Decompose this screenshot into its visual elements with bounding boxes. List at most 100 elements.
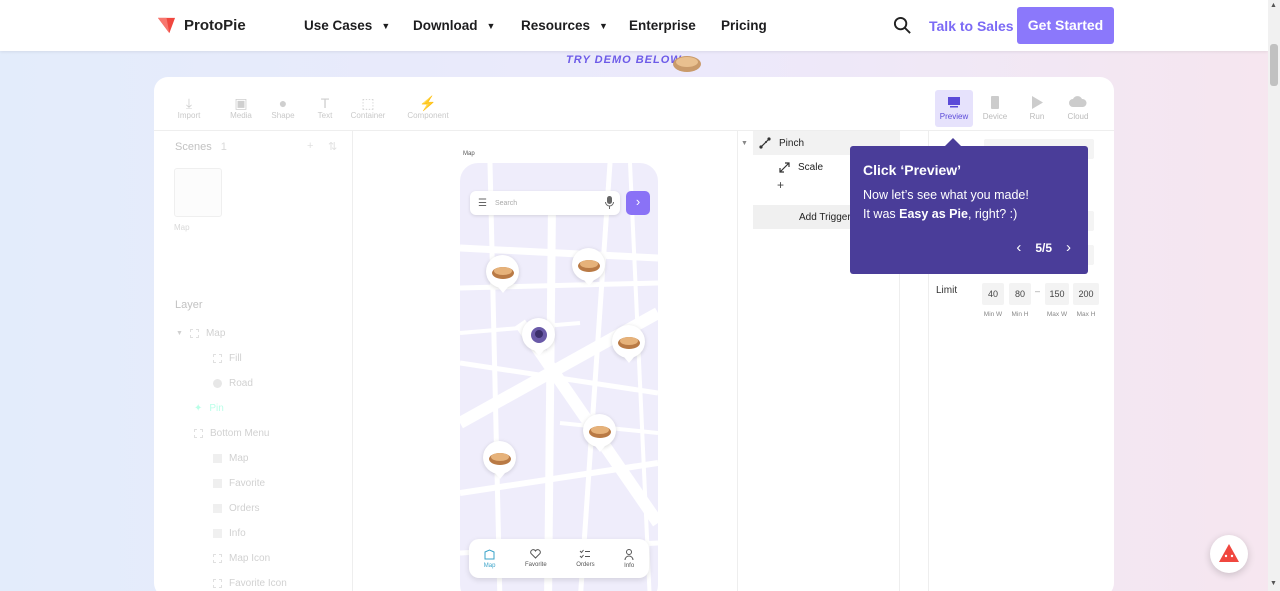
- max-width-field[interactable]: 150: [1045, 283, 1069, 305]
- sort-icon[interactable]: ⇅: [328, 140, 337, 153]
- bottom-menu-favorite[interactable]: Favorite: [525, 549, 547, 568]
- tooltip-page-indicator: 5/5: [1035, 240, 1052, 255]
- component-tool[interactable]: ⚡ Component: [406, 95, 450, 120]
- container-icon: [213, 579, 222, 588]
- menu-label: Info: [624, 562, 635, 569]
- scroll-up-icon[interactable]: ▲: [1270, 2, 1277, 9]
- go-button[interactable]: ›: [626, 191, 650, 215]
- preview-button[interactable]: Preview: [935, 90, 973, 127]
- layer-row-pin[interactable]: ✦ Pin: [194, 403, 224, 414]
- pie-icon: [588, 425, 611, 438]
- tooltip-bold-text: Easy as Pie: [899, 207, 968, 221]
- bottom-menu-orders[interactable]: Orders: [576, 549, 595, 568]
- layer-title: Layer: [175, 299, 203, 311]
- search-placeholder: Search: [494, 199, 518, 207]
- nav-enterprise[interactable]: Enterprise: [629, 18, 696, 33]
- nav-label: Download: [413, 18, 478, 33]
- bolt-icon: ⚡: [419, 95, 437, 111]
- max-height-caption: Max H: [1076, 311, 1096, 318]
- shape-icon: [213, 379, 222, 388]
- chevron-right-icon[interactable]: ›: [1066, 239, 1071, 256]
- nav-pricing[interactable]: Pricing: [721, 18, 767, 33]
- scenes-count: 1: [220, 141, 227, 153]
- shape-tool[interactable]: ● Shape: [263, 95, 303, 120]
- map-pin[interactable]: [583, 414, 616, 452]
- fill-icon: [213, 354, 222, 363]
- layer-label: Map: [229, 453, 249, 464]
- layer-row[interactable]: Favorite Icon: [213, 578, 287, 589]
- tool-label: Cloud: [1067, 112, 1089, 121]
- layer-row-map[interactable]: ▼ Map: [176, 328, 225, 339]
- import-tool[interactable]: ⤓ Import: [169, 95, 209, 120]
- tool-label: Shape: [271, 111, 295, 120]
- menu-label: Map: [483, 562, 496, 569]
- tooltip-line: Now let’s see what you made!: [863, 188, 1029, 202]
- bottom-menu-info[interactable]: Info: [624, 548, 635, 569]
- map-roads: [460, 163, 658, 591]
- map-pin[interactable]: [612, 325, 645, 363]
- scroll-down-icon[interactable]: ▼: [1270, 580, 1277, 587]
- tool-label: Media: [230, 111, 252, 120]
- bolt-icon: ✦: [194, 403, 203, 414]
- max-height-field[interactable]: 200: [1073, 283, 1099, 305]
- device-button[interactable]: Device: [976, 90, 1014, 127]
- layer-row[interactable]: Map Icon: [213, 553, 270, 564]
- range-dash: –: [1035, 286, 1041, 296]
- tooltip-line: It was Easy as Pie, right? :): [863, 205, 1075, 224]
- nav-resources[interactable]: Resources ▼: [521, 18, 608, 33]
- container-icon: [189, 329, 199, 338]
- map-pin[interactable]: [572, 248, 605, 286]
- add-scene-icon[interactable]: +: [307, 140, 313, 152]
- try-demo-label: TRY DEMO BELOW: [566, 54, 682, 66]
- media-tool[interactable]: ▣ Media: [221, 95, 261, 120]
- min-height-field[interactable]: 80: [1009, 283, 1031, 305]
- nav-use-cases[interactable]: Use Cases ▼: [304, 18, 390, 33]
- talk-to-sales-link[interactable]: Talk to Sales: [929, 18, 1014, 34]
- container-tool[interactable]: ⬚ Container: [348, 95, 388, 120]
- layer-label: Map Icon: [229, 553, 271, 564]
- pie-icon: [488, 452, 511, 465]
- map-search-bar[interactable]: ☰ Search: [470, 191, 620, 215]
- tool-label: Preview: [939, 112, 969, 121]
- help-chat-button[interactable]: [1210, 535, 1248, 573]
- layer-row[interactable]: Favorite: [213, 478, 265, 489]
- map-pin[interactable]: [486, 255, 519, 293]
- collapse-arrow-icon[interactable]: ▼: [741, 140, 748, 147]
- menu-icon[interactable]: ☰: [478, 198, 487, 209]
- min-width-caption: Min W: [983, 311, 1003, 318]
- search-icon[interactable]: [893, 16, 912, 40]
- caret-down-icon: ▼: [486, 20, 496, 31]
- user-location-pin[interactable]: [522, 318, 555, 356]
- editor-canvas[interactable]: Map ☰ Search › Map Favorite Orders Info: [352, 131, 738, 591]
- add-response-icon[interactable]: +: [777, 178, 784, 192]
- layer-row-fill[interactable]: Fill: [213, 353, 242, 364]
- layer-row[interactable]: Map: [213, 453, 248, 464]
- layer-label: Favorite: [229, 478, 266, 489]
- min-width-field[interactable]: 40: [982, 283, 1004, 305]
- scrollbar-thumb[interactable]: [1270, 44, 1278, 86]
- pie-icon: [672, 52, 702, 77]
- text-icon: T: [320, 95, 330, 111]
- protopie-logo[interactable]: ProtoPie: [157, 16, 246, 35]
- bottom-menu-map[interactable]: Map: [483, 548, 496, 569]
- layer-row[interactable]: Orders: [213, 503, 260, 514]
- run-button[interactable]: Run: [1018, 90, 1056, 127]
- add-trigger-label: Add Trigger: [799, 211, 851, 223]
- map-pin[interactable]: [483, 441, 516, 479]
- text-icon: [213, 504, 222, 513]
- phone-prototype[interactable]: ☰ Search › Map Favorite Orders Info: [460, 163, 658, 591]
- page-scrollbar[interactable]: ▲ ▼: [1268, 0, 1280, 591]
- nav-download[interactable]: Download ▼: [413, 18, 495, 33]
- get-started-button[interactable]: Get Started: [1017, 7, 1114, 44]
- scene-thumbnail[interactable]: [174, 168, 222, 217]
- layer-row-road[interactable]: Road: [213, 378, 253, 389]
- text-tool[interactable]: T Text: [305, 95, 345, 120]
- layer-row[interactable]: Info: [213, 528, 246, 539]
- cloud-button[interactable]: Cloud: [1059, 90, 1097, 127]
- chevron-left-icon[interactable]: ‹: [1016, 239, 1021, 256]
- pie-icon: [617, 336, 640, 349]
- microphone-icon[interactable]: [605, 196, 614, 211]
- layer-row-bottom-menu[interactable]: Bottom Menu: [194, 428, 269, 439]
- heart-icon: [530, 549, 542, 559]
- nav-label: Pricing: [721, 18, 767, 33]
